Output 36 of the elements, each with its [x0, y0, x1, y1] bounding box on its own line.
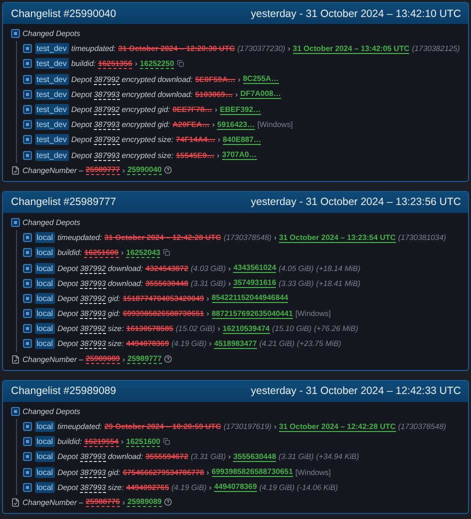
- help-icon[interactable]: [164, 166, 172, 174]
- branch-badge: test_dev: [34, 58, 69, 70]
- branch-badge: test_dev: [34, 104, 69, 116]
- branch-badge: test_dev: [34, 74, 69, 85]
- document-icon: [11, 498, 20, 507]
- branch-badge: local: [34, 308, 55, 320]
- changelist-time: yesterday - 31 October 2024 – 13:42:10 UTC: [250, 8, 461, 20]
- document-icon: [11, 354, 20, 364]
- branch-badge: local: [34, 338, 55, 350]
- branch-badge: test_dev: [34, 134, 69, 146]
- changelist-title: Changelist #25989089: [11, 385, 116, 398]
- branch-badge: test_dev: [34, 88, 69, 100]
- branch-badge: local: [34, 278, 55, 289]
- branch-badge: local: [34, 482, 55, 493]
- copy-icon[interactable]: [176, 60, 184, 68]
- changelist-time: yesterday - 31 October 2024 – 13:23:56 UTC: [250, 196, 461, 208]
- copy-icon[interactable]: [162, 438, 170, 446]
- branch-badge: local: [34, 292, 55, 304]
- branch-badge: local: [34, 262, 55, 274]
- changelist-title: Changelist #25990040: [11, 8, 116, 20]
- changelist-title: Changelist #25989777: [11, 196, 116, 208]
- help-icon[interactable]: [164, 498, 172, 506]
- changelist-time: yesterday - 31 October 2024 – 12:42:33 UTC: [250, 385, 461, 398]
- copy-icon[interactable]: [162, 249, 170, 256]
- branch-badge: local: [34, 436, 55, 448]
- branch-badge: test_dev: [34, 43, 69, 54]
- document-icon: [11, 166, 20, 175]
- help-icon[interactable]: [164, 355, 172, 364]
- branch-badge: local: [34, 323, 55, 334]
- branch-badge: local: [34, 421, 55, 432]
- branch-badge: local: [34, 247, 55, 258]
- branch-badge: test_dev: [34, 150, 69, 161]
- branch-badge: local: [34, 466, 55, 478]
- branch-badge: local: [34, 451, 55, 462]
- branch-badge: test_dev: [34, 119, 69, 130]
- branch-badge: local: [34, 232, 55, 244]
